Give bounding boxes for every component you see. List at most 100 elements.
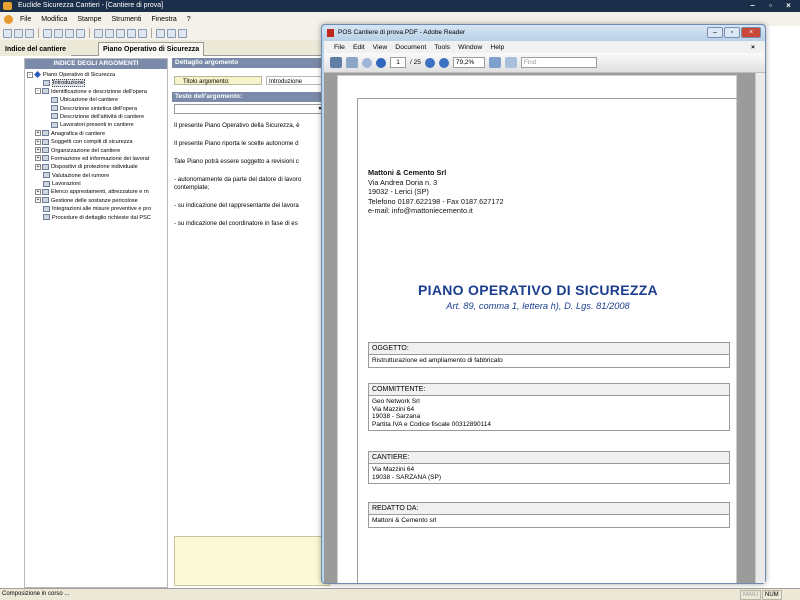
tree-item[interactable]: Lavoratori presenti in cantiere	[25, 121, 167, 129]
reader-menu-help[interactable]: Help	[486, 44, 508, 51]
tree-item[interactable]: Descrizione sintetica dell'opera	[25, 105, 167, 113]
copy-icon[interactable]	[54, 28, 63, 38]
reader-maximize-button[interactable]: ▫	[724, 27, 740, 38]
page-number-input[interactable]: 1	[390, 57, 406, 68]
tree-item[interactable]: Procedure di dettaglio richieste dal PSC	[25, 214, 167, 222]
app-menu-icon[interactable]	[4, 14, 13, 24]
caps-indicator: MAIU	[740, 590, 761, 600]
reader-title: POS Cantiere di prova.PDF - Adobe Reader	[338, 29, 466, 36]
info-icon[interactable]	[178, 28, 187, 38]
tree-add-icon[interactable]	[94, 28, 103, 38]
menu-modifica[interactable]: Modifica	[36, 16, 72, 23]
zoom-out-icon[interactable]	[424, 57, 435, 68]
arrow-down-icon[interactable]	[138, 28, 147, 38]
tree-item-introduzione[interactable]: Introduzione	[25, 79, 167, 88]
open-icon[interactable]	[14, 28, 23, 38]
tree-item[interactable]: + Formazione ed informazione dei lavorat	[25, 155, 167, 163]
document-icon	[42, 188, 49, 195]
reader-menu-tools[interactable]: Tools	[430, 44, 454, 51]
reader-menu-edit[interactable]: Edit	[349, 44, 369, 51]
section-line: 19038 - Sarzana	[372, 413, 421, 421]
find-icon[interactable]	[76, 28, 85, 38]
section-body: Via Mazzini 64 19038 - SARZANA (SP)	[368, 464, 730, 485]
tab-piano-operativo[interactable]: Piano Operativo di Sicurezza	[98, 42, 205, 56]
zoom-in-icon[interactable]	[438, 57, 449, 68]
tree-edit-icon[interactable]	[116, 28, 125, 38]
company-phone: Telefono 0187.622198 - Fax 0187.627172	[368, 196, 504, 206]
tree-item[interactable]: - Identificazione e descrizione dell'oper…	[25, 88, 167, 96]
section-committente: COMMITTENTE: Geo Network Srl Via Mazzini…	[368, 383, 730, 432]
expand-icon[interactable]: +	[35, 188, 41, 195]
expand-icon[interactable]: +	[35, 155, 41, 162]
vertical-scrollbar[interactable]	[755, 73, 765, 583]
reader-minimize-button[interactable]: –	[707, 27, 723, 38]
tree-item[interactable]: + Dispositivi di protezione individuale	[25, 163, 167, 171]
zoom-level-select[interactable]: 79,2%	[452, 57, 485, 68]
fit-width-icon[interactable]	[504, 57, 517, 68]
print-icon[interactable]	[156, 28, 165, 38]
preview-icon[interactable]	[167, 28, 176, 38]
tab-indice-cantiere[interactable]: Indice del cantiere	[0, 42, 72, 56]
tree-remove-icon[interactable]	[105, 28, 114, 38]
section-body: Ristrutturazione ed ampliamento di fabbr…	[368, 355, 730, 368]
print-icon[interactable]	[330, 57, 342, 68]
collapse-icon[interactable]: -	[35, 88, 41, 95]
save-icon[interactable]	[25, 28, 34, 38]
minimize-button[interactable]: –	[745, 1, 760, 11]
expand-icon[interactable]: +	[35, 138, 41, 145]
notes-box[interactable]	[174, 536, 330, 586]
reader-menu-file[interactable]: File	[330, 44, 349, 51]
section-line: Ristrutturazione ed ampliamento di fabbr…	[372, 357, 503, 364]
expand-icon[interactable]: +	[35, 147, 41, 154]
tree-item[interactable]: + Elenco apprestamenti, attrezzature e m	[25, 188, 167, 196]
fit-page-icon[interactable]	[488, 57, 501, 68]
detail-panel: Dettaglio argomento Titolo argomento: In…	[172, 58, 332, 588]
menu-file[interactable]: File	[15, 16, 36, 23]
tree-item-root[interactable]: - Piano Operativo di Sicurezza	[25, 71, 167, 79]
style-combo[interactable]: ▼	[174, 104, 326, 114]
paste-icon[interactable]	[65, 28, 74, 38]
document-icon	[51, 113, 58, 120]
document-icon	[42, 155, 49, 162]
document-icon	[51, 121, 58, 128]
reader-menu-document[interactable]: Document	[391, 44, 430, 51]
document-icon	[43, 79, 50, 86]
email-icon[interactable]	[346, 57, 358, 68]
collapse-icon[interactable]: -	[27, 71, 33, 78]
tree-item[interactable]: Ubicazione del cantiere	[25, 96, 167, 104]
document-icon	[42, 138, 49, 145]
cut-icon[interactable]	[43, 28, 52, 38]
tree-item[interactable]: Descrizione dell'attività di cantiere	[25, 113, 167, 121]
tree-item[interactable]: + Gestione delle sostanze pericolose	[25, 197, 167, 205]
menu-finestra[interactable]: Finestra	[146, 16, 181, 23]
reader-menu-window[interactable]: Window	[454, 44, 486, 51]
text-paragraph: Tale Piano potrà essere soggetto a revis…	[174, 158, 299, 165]
tree-item[interactable]: Lavorazioni	[25, 180, 167, 188]
menu-stampe[interactable]: Stampe	[72, 16, 106, 23]
status-bar: Composizione in corso ... MAIU NUM	[0, 588, 800, 600]
section-oggetto: OGGETTO: Ristrutturazione ed ampliamento…	[368, 342, 730, 368]
company-email: e-mail: info@mattoniecemento.it	[368, 206, 473, 215]
menu-help[interactable]: ?	[182, 16, 196, 23]
expand-icon[interactable]: +	[35, 197, 41, 204]
previous-page-icon[interactable]	[362, 57, 372, 68]
status-text: Composizione in corso ...	[2, 591, 70, 597]
reader-close-button[interactable]: ×	[741, 27, 761, 38]
expand-icon[interactable]: +	[35, 163, 41, 170]
document-icon	[42, 147, 49, 154]
tree-item[interactable]: + Anagrafica di cantiere	[25, 130, 167, 138]
reader-menu-view[interactable]: View	[369, 44, 392, 51]
tree-item[interactable]: + Soggetti con compiti di sicurezza	[25, 138, 167, 146]
find-input[interactable]: Find	[520, 57, 597, 68]
expand-icon[interactable]: +	[35, 130, 41, 137]
new-icon[interactable]	[3, 28, 12, 38]
tree-item[interactable]: + Organizzazione del cantiere	[25, 147, 167, 155]
tree-item[interactable]: Valutazione del rumore	[25, 172, 167, 180]
tree-item[interactable]: Integrazioni alle misure preventive e pr…	[25, 205, 167, 213]
maximize-button[interactable]: ▫	[763, 1, 778, 11]
close-document-icon[interactable]: ×	[747, 44, 759, 51]
close-button[interactable]: ×	[781, 1, 796, 11]
menu-strumenti[interactable]: Strumenti	[106, 16, 146, 23]
next-page-icon[interactable]	[376, 57, 386, 68]
arrow-up-icon[interactable]	[127, 28, 136, 38]
